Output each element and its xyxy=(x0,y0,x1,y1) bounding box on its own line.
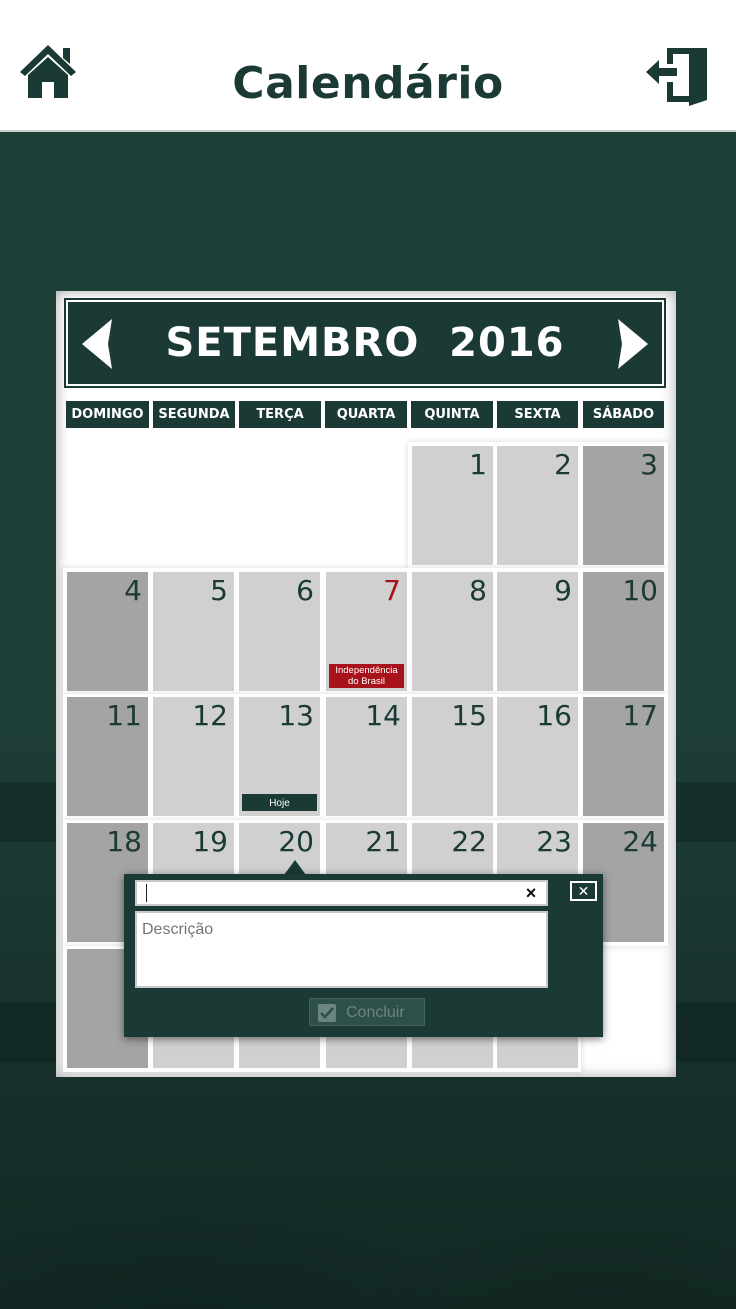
top-bar: Calendário xyxy=(0,0,736,132)
day-number: 21 xyxy=(365,825,401,858)
day-cell[interactable]: 15 xyxy=(412,697,493,816)
day-number: 11 xyxy=(106,699,142,732)
day-cell-today[interactable]: 13 Hoje xyxy=(239,697,320,816)
day-number: 22 xyxy=(451,825,487,858)
day-cell[interactable]: 4 xyxy=(67,572,148,691)
weekday-header-thursday: QUINTA xyxy=(411,401,493,428)
day-number: 7 xyxy=(383,574,401,607)
clear-input-icon[interactable]: × xyxy=(522,884,540,902)
day-cell[interactable]: 3 xyxy=(583,446,664,565)
weekday-header-saturday: SÁBADO xyxy=(583,401,664,428)
day-cell[interactable]: 6 xyxy=(239,572,320,691)
day-number: 6 xyxy=(296,574,314,607)
holiday-event-badge[interactable]: Independência do Brasil xyxy=(329,664,404,688)
day-cell-holiday[interactable]: 7 Independência do Brasil xyxy=(326,572,407,691)
day-number: 15 xyxy=(451,699,487,732)
event-description-field[interactable] xyxy=(135,911,548,988)
day-number: 12 xyxy=(192,699,228,732)
weekday-header-friday: SEXTA xyxy=(497,401,578,428)
day-number: 18 xyxy=(106,825,142,858)
day-number: 4 xyxy=(124,574,142,607)
day-number: 23 xyxy=(536,825,572,858)
day-cell[interactable]: 14 xyxy=(326,697,407,816)
exit-door-icon[interactable] xyxy=(645,44,709,108)
day-cell[interactable]: 1 xyxy=(412,446,493,565)
day-cell[interactable]: 9 xyxy=(497,572,578,691)
chevron-right-icon[interactable] xyxy=(616,318,650,370)
day-cell[interactable]: 11 xyxy=(67,697,148,816)
popover-pointer xyxy=(284,860,306,875)
done-button-label: Concluir xyxy=(346,1004,405,1021)
done-button[interactable]: Concluir xyxy=(309,998,425,1026)
page-title: Calendário xyxy=(232,58,504,109)
day-number: 2 xyxy=(554,448,572,481)
day-cell[interactable]: 10 xyxy=(583,572,664,691)
day-number: 13 xyxy=(278,699,314,732)
day-number: 1 xyxy=(469,448,487,481)
day-number: 19 xyxy=(192,825,228,858)
day-number: 20 xyxy=(278,825,314,858)
day-number: 10 xyxy=(622,574,658,607)
month-label: SETEMBRO 2016 xyxy=(165,320,565,366)
weekday-header-sunday: DOMINGO xyxy=(66,401,149,428)
day-cell[interactable]: 16 xyxy=(497,697,578,816)
event-popover: × ✕ Concluir xyxy=(124,874,603,1037)
day-number: 5 xyxy=(210,574,228,607)
day-cell[interactable]: 5 xyxy=(153,572,234,691)
day-cell[interactable]: 12 xyxy=(153,697,234,816)
weekday-header-wednesday: QUARTA xyxy=(325,401,407,428)
weekday-header-tuesday: TERÇA xyxy=(239,401,321,428)
day-number: 16 xyxy=(536,699,572,732)
day-number: 8 xyxy=(469,574,487,607)
today-badge: Hoje xyxy=(241,793,318,812)
day-number: 24 xyxy=(622,825,658,858)
weekday-header-monday: SEGUNDA xyxy=(153,401,235,428)
day-number: 14 xyxy=(365,699,401,732)
day-number: 9 xyxy=(554,574,572,607)
close-popover-button[interactable]: ✕ xyxy=(570,881,597,901)
day-cell[interactable]: 17 xyxy=(583,697,664,816)
day-number: 3 xyxy=(640,448,658,481)
month-header: SETEMBRO 2016 xyxy=(64,298,666,388)
day-cell[interactable]: 8 xyxy=(412,572,493,691)
day-cell[interactable]: 2 xyxy=(497,446,578,565)
day-number: 17 xyxy=(622,699,658,732)
text-caret xyxy=(146,884,147,902)
event-title-input[interactable] xyxy=(135,880,548,906)
checkbox-check-icon xyxy=(318,1004,336,1022)
